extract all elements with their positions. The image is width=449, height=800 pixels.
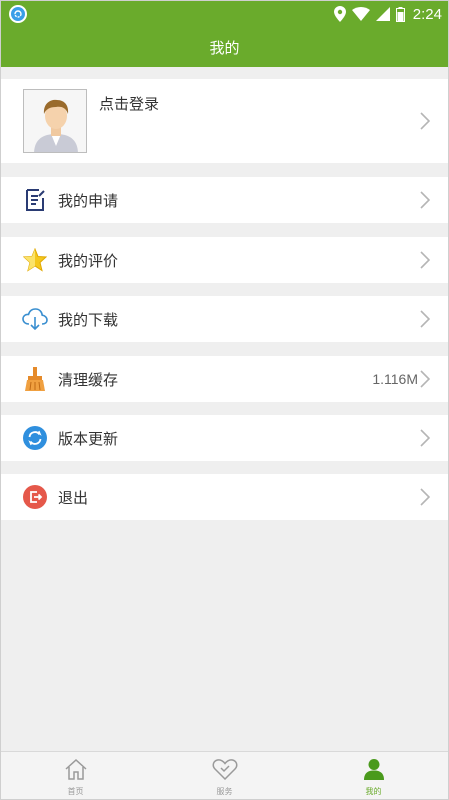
menu-item-label: 我的下载 xyxy=(58,310,119,329)
status-time: 2:24 xyxy=(412,5,442,23)
tab-services[interactable]: 服务 xyxy=(150,752,299,799)
menu-item-clear-cache[interactable]: 清理缓存 1.116M xyxy=(1,356,448,402)
profile-login-row[interactable]: 点击登录 xyxy=(1,79,448,163)
location-icon xyxy=(333,6,346,22)
chevron-right-icon xyxy=(420,112,430,130)
broom-icon xyxy=(22,366,48,392)
wifi-icon xyxy=(351,7,370,21)
menu-item-label: 清理缓存 xyxy=(58,370,119,389)
bottom-tab-bar: 首页 服务 我的 xyxy=(1,751,448,799)
menu-item-label: 退出 xyxy=(58,488,89,507)
menu-item-logout[interactable]: 退出 xyxy=(1,474,448,520)
avatar-icon xyxy=(23,89,87,153)
heart-icon xyxy=(212,758,238,784)
star-icon xyxy=(22,247,48,273)
login-label: 点击登录 xyxy=(99,95,160,113)
refresh-icon xyxy=(22,425,48,451)
person-icon xyxy=(363,758,385,784)
battery-icon xyxy=(395,6,405,22)
cloud-download-icon xyxy=(22,306,48,332)
tab-label: 服务 xyxy=(216,786,233,796)
status-bar: 2:24 xyxy=(1,1,448,27)
tab-label: 我的 xyxy=(365,786,382,796)
menu-item-my-downloads[interactable]: 我的下载 xyxy=(1,296,448,342)
signal-icon xyxy=(375,7,390,21)
home-icon xyxy=(64,758,88,784)
menu-item-version-update[interactable]: 版本更新 xyxy=(1,415,448,461)
chevron-right-icon xyxy=(420,488,430,506)
tab-mine[interactable]: 我的 xyxy=(299,752,448,799)
title-bar: 我的 xyxy=(1,27,448,67)
menu-item-label: 我的评价 xyxy=(58,251,119,270)
page-title: 我的 xyxy=(209,38,240,57)
logout-icon xyxy=(22,484,48,510)
menu-item-my-reviews[interactable]: 我的评价 xyxy=(1,237,448,283)
chevron-right-icon xyxy=(420,310,430,328)
menu-item-my-applications[interactable]: 我的申请 xyxy=(1,177,448,223)
chevron-right-icon xyxy=(420,370,430,388)
chevron-right-icon xyxy=(420,429,430,447)
app-notification-icon xyxy=(9,5,27,23)
chevron-right-icon xyxy=(420,251,430,269)
menu-item-label: 我的申请 xyxy=(58,191,119,210)
chevron-right-icon xyxy=(420,191,430,209)
cache-size-value: 1.116M xyxy=(372,371,418,387)
tab-label: 首页 xyxy=(67,786,84,796)
menu-item-label: 版本更新 xyxy=(58,429,119,448)
tab-home[interactable]: 首页 xyxy=(1,752,150,799)
application-icon xyxy=(22,187,48,213)
